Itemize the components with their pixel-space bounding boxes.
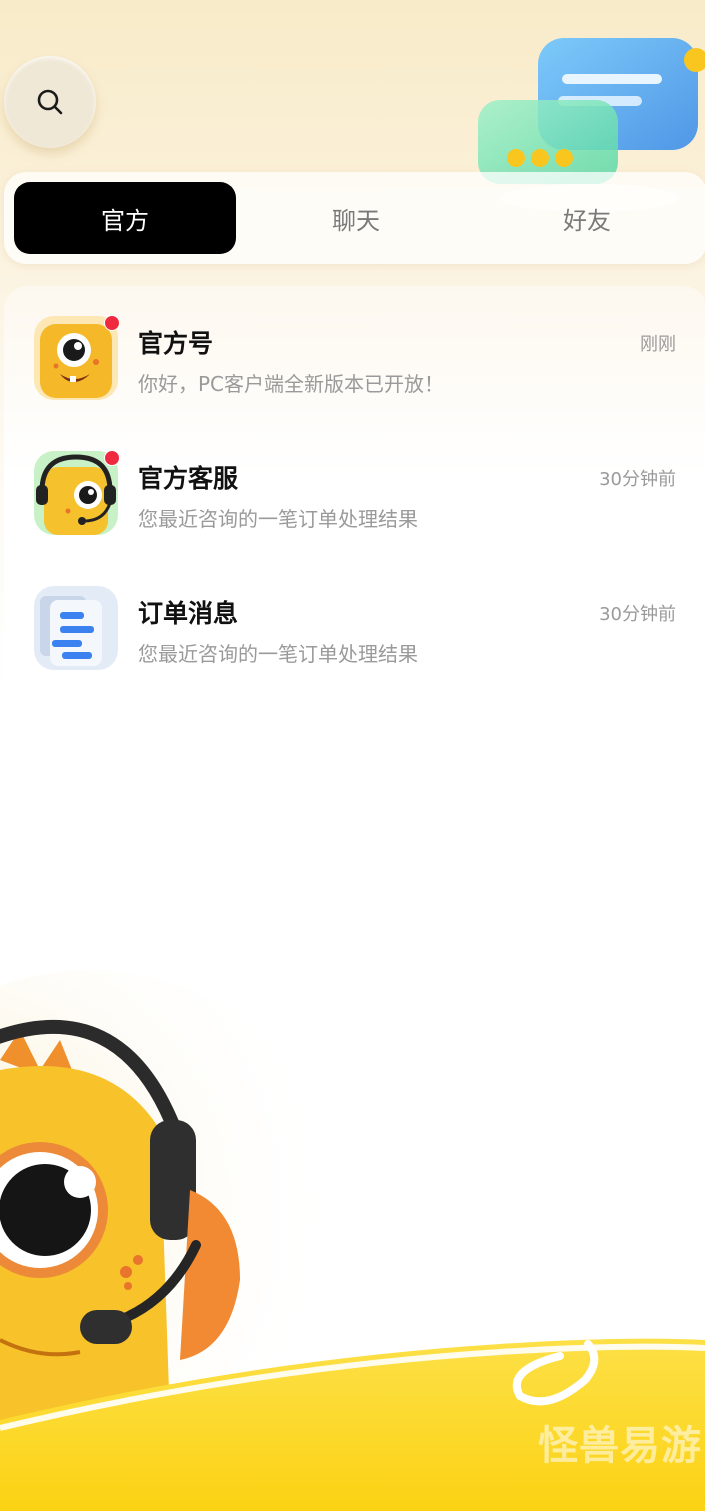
search-icon xyxy=(37,89,63,115)
tab-official[interactable]: 官方 xyxy=(14,182,236,254)
message-title: 订单消息 xyxy=(138,599,239,628)
message-preview: 你好，PC客户端全新版本已开放！ xyxy=(138,372,445,396)
message-preview: 您最近咨询的一笔订单处理结果 xyxy=(138,507,418,531)
tab-friends[interactable]: 好友 xyxy=(476,182,698,254)
message-time: 刚刚 xyxy=(640,334,676,355)
message-title: 官方号 xyxy=(138,329,214,358)
tab-chat[interactable]: 聊天 xyxy=(245,182,467,254)
message-item-official[interactable]: 官方号 你好，PC客户端全新版本已开放！ 刚刚 xyxy=(0,315,703,416)
message-item-orders[interactable]: 订单消息 您最近咨询的一笔订单处理结果 30分钟前 xyxy=(0,586,703,686)
message-preview: 您最近咨询的一笔订单处理结果 xyxy=(138,642,418,666)
message-time: 30分钟前 xyxy=(599,604,676,625)
bottom-wave-decoration xyxy=(0,1338,705,1511)
tab-bar: 官方 聊天 好友 xyxy=(4,172,705,264)
watermark-logo: 怪兽易游 xyxy=(538,1423,702,1469)
message-title: 官方客服 xyxy=(138,464,239,493)
message-time: 30分钟前 xyxy=(599,469,676,490)
message-item-support[interactable]: 官方客服 您最近咨询的一笔订单处理结果 30分钟前 xyxy=(0,450,703,551)
unread-dot xyxy=(104,450,120,466)
document-icon xyxy=(34,586,118,670)
unread-dot xyxy=(104,315,120,331)
search-button[interactable] xyxy=(4,56,96,148)
